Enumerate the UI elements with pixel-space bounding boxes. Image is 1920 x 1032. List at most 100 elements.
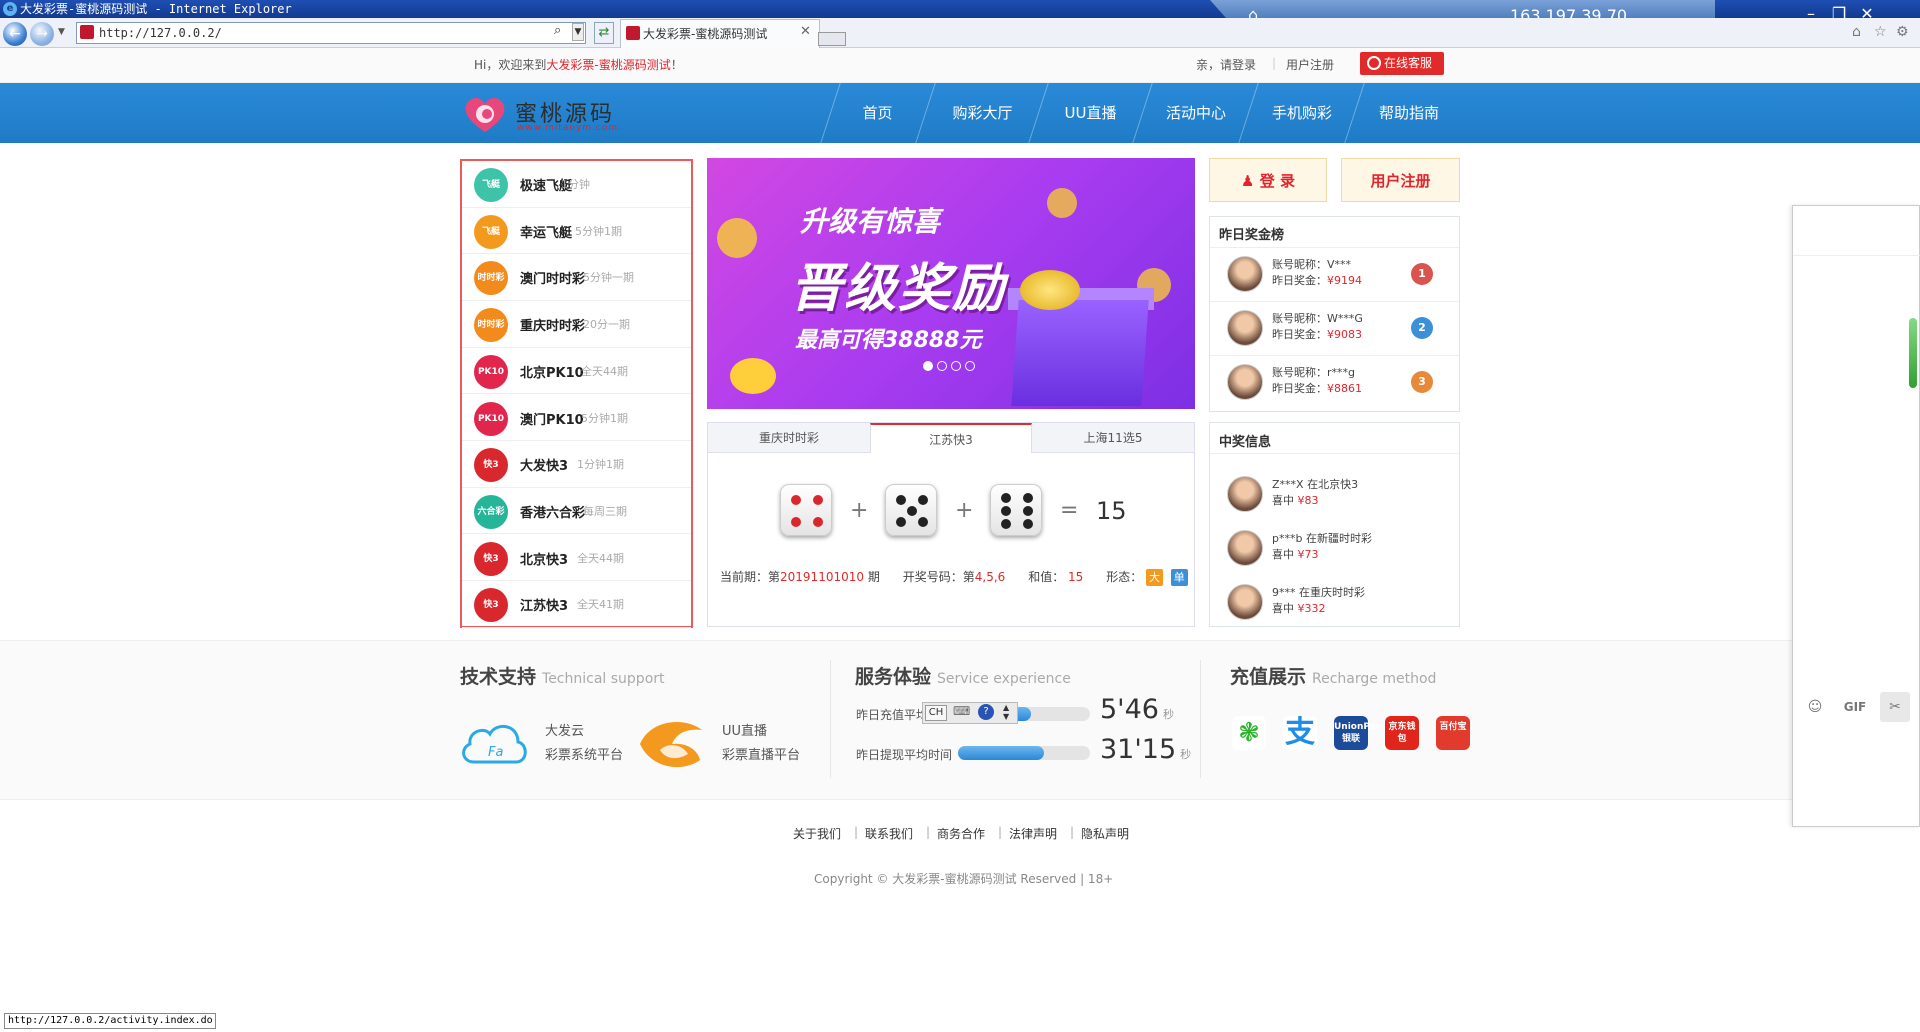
coin-decoration [1047, 188, 1077, 218]
prize-label: 昨日奖金： [1272, 382, 1327, 395]
tab-shanghai-11x5[interactable]: 上海11选5 [1032, 423, 1194, 453]
unionpay-icon[interactable]: UnionPay 银联 [1334, 716, 1381, 750]
back-button[interactable]: ← [3, 22, 27, 46]
lottery-icon: PK10 [474, 401, 508, 436]
lottery-item[interactable]: 时时彩 重庆时时彩 20分一期 [462, 301, 691, 348]
ime-keyboard-icon[interactable]: ⌨ [953, 704, 970, 718]
headset-icon [1367, 56, 1381, 70]
die-pip [1001, 493, 1011, 503]
lottery-item[interactable]: 快3 北京快3 全天44期 [462, 535, 691, 582]
gif-icon[interactable]: GIF [1840, 692, 1870, 722]
welcome-site-name[interactable]: 大发彩票-蜜桃源码测试 [546, 58, 670, 72]
die-pip [791, 495, 801, 505]
news-prize-value: ¥332 [1297, 602, 1326, 615]
recharge-avg-unit: 秒 [1162, 708, 1174, 721]
carousel-dot[interactable] [937, 361, 947, 371]
scissors-icon[interactable]: ✂ [1880, 692, 1910, 722]
tab-close-icon[interactable]: ✕ [800, 24, 811, 39]
browser-tab[interactable]: 大发彩票-蜜桃源码测试 [620, 19, 820, 48]
lottery-item[interactable]: 时时彩 澳门时时彩 5分钟一期 [462, 254, 691, 301]
refresh-button[interactable]: ⇄ [594, 22, 614, 44]
recharge-title-cn: 充值展示 [1230, 666, 1307, 688]
ime-help-icon[interactable]: ? [978, 704, 994, 720]
lottery-icon: 快3 [474, 448, 508, 483]
carousel-dot[interactable] [923, 361, 933, 371]
support-item1-name: 大发云 [545, 724, 585, 739]
news-avatar [1227, 584, 1263, 620]
login-button[interactable]: ♟ 登 录 [1209, 158, 1327, 202]
wechat-pay-icon[interactable]: ❃ [1232, 716, 1266, 750]
lottery-period: 20分一期 [583, 318, 630, 332]
tab-chongqing-ssc[interactable]: 重庆时时彩 [708, 423, 870, 453]
register-link[interactable]: 用户注册 [1286, 56, 1334, 73]
lottery-item[interactable]: 快3 江苏快3 全天41期 [462, 581, 691, 628]
ime-mode-button[interactable]: CH [925, 705, 947, 721]
footer-link[interactable]: 联系我们 [865, 825, 913, 842]
lottery-name: 大发快3 [520, 459, 569, 475]
jd-wallet-icon[interactable]: 京东钱包 [1385, 716, 1419, 750]
news-prize: 喜中 ¥73 [1272, 547, 1372, 563]
lottery-item[interactable]: PK10 北京PK10 全天44期 [462, 348, 691, 395]
history-dropdown-icon[interactable]: ▼ [58, 27, 65, 37]
peach-logo-icon[interactable] [462, 94, 508, 134]
withdraw-avg-unit: 秒 [1180, 748, 1192, 761]
lottery-period: 1分钟1期 [577, 458, 624, 472]
search-icon[interactable]: ⌕ [554, 23, 561, 38]
topbar-divider: | [1272, 56, 1277, 70]
rank-badge: 3 [1411, 371, 1433, 393]
register-button[interactable]: 用户注册 [1341, 158, 1460, 202]
support-item-dafa[interactable]: 大发云 彩票系统平台 [545, 720, 623, 768]
footer-link[interactable]: 关于我们 [793, 825, 841, 842]
footer-link[interactable]: 商务合作 [937, 825, 985, 842]
fox-logo-icon[interactable] [636, 714, 710, 772]
equals-sign: = [1060, 498, 1079, 523]
support-item-uu-live[interactable]: UU直播 彩票直播平台 [722, 720, 800, 768]
ime-expand-icon[interactable]: ▲ ▼ [1003, 703, 1009, 721]
cloud-logo-icon[interactable]: Fa [458, 716, 530, 768]
footer-link[interactable]: 法律声明 [1009, 825, 1057, 842]
lottery-item[interactable]: 快3 大发快3 1分钟1期 [462, 441, 691, 488]
login-link[interactable]: 亲，请登录 [1196, 56, 1256, 73]
band-divider [830, 660, 831, 778]
lottery-icon: 六合彩 [474, 494, 508, 529]
news-text: p***b 在新疆时时彩 [1272, 532, 1372, 545]
account-label: 账号昵称： [1272, 312, 1327, 325]
alipay-icon[interactable]: 支 [1283, 716, 1317, 750]
tag-big: 大 [1146, 569, 1164, 586]
nav-lottery-hall[interactable]: 购彩大厅 [930, 83, 1035, 143]
lottery-item[interactable]: 飞艇 极速飞艇 1分钟 [462, 161, 691, 208]
chat-side-panel[interactable] [1792, 205, 1920, 827]
plus-sign: + [850, 498, 869, 523]
svg-text:Fa: Fa [488, 745, 503, 760]
chat-panel-scrollbar[interactable] [1909, 318, 1917, 388]
lottery-name: 幸运飞艇 [520, 225, 573, 241]
account-name: V*** [1327, 258, 1352, 271]
home-icon[interactable]: ⌂ [1852, 24, 1861, 40]
new-tab-button[interactable] [818, 32, 846, 46]
address-bar[interactable]: http://127.0.0.2/ [76, 22, 586, 44]
settings-gear-icon[interactable]: ⚙ [1896, 24, 1909, 40]
carousel-dot[interactable] [951, 361, 961, 371]
nav-help-guide[interactable]: 帮助指南 [1359, 83, 1459, 143]
lottery-item[interactable]: 飞艇 幸运飞艇 5分钟1期 [462, 208, 691, 255]
nav-home[interactable]: 首页 [835, 83, 920, 143]
address-dropdown-icon[interactable]: ▼ [572, 23, 584, 41]
nav-mobile-purchase[interactable]: 手机购彩 [1253, 83, 1351, 143]
lottery-item[interactable]: 六合彩 香港六合彩 每周三期 [462, 488, 691, 535]
lottery-item[interactable]: PK10 澳门PK10 5分钟1期 [462, 395, 691, 441]
favorites-icon[interactable]: ☆ [1874, 24, 1887, 40]
tag-odd: 单 [1170, 569, 1188, 586]
footer-divider: | [1070, 825, 1075, 839]
footer-link[interactable]: 隐私声明 [1081, 825, 1129, 842]
nav-activity-center[interactable]: 活动中心 [1147, 83, 1245, 143]
carousel-dot[interactable] [965, 361, 975, 371]
winner-info: 账号昵称：W***G 昨日奖金：¥9083 [1272, 311, 1363, 343]
lottery-period: 5分钟1期 [575, 224, 622, 238]
emoji-icon[interactable]: ☺ [1800, 692, 1830, 722]
die-pip [896, 517, 906, 527]
tab-jiangsu-k3[interactable]: 江苏快3 [870, 423, 1032, 453]
baidu-wallet-icon[interactable]: 百付宝 [1436, 716, 1470, 750]
forward-button[interactable]: → [30, 22, 54, 46]
account-name: r***g [1327, 366, 1356, 379]
nav-uu-live[interactable]: UU直播 [1043, 83, 1138, 143]
